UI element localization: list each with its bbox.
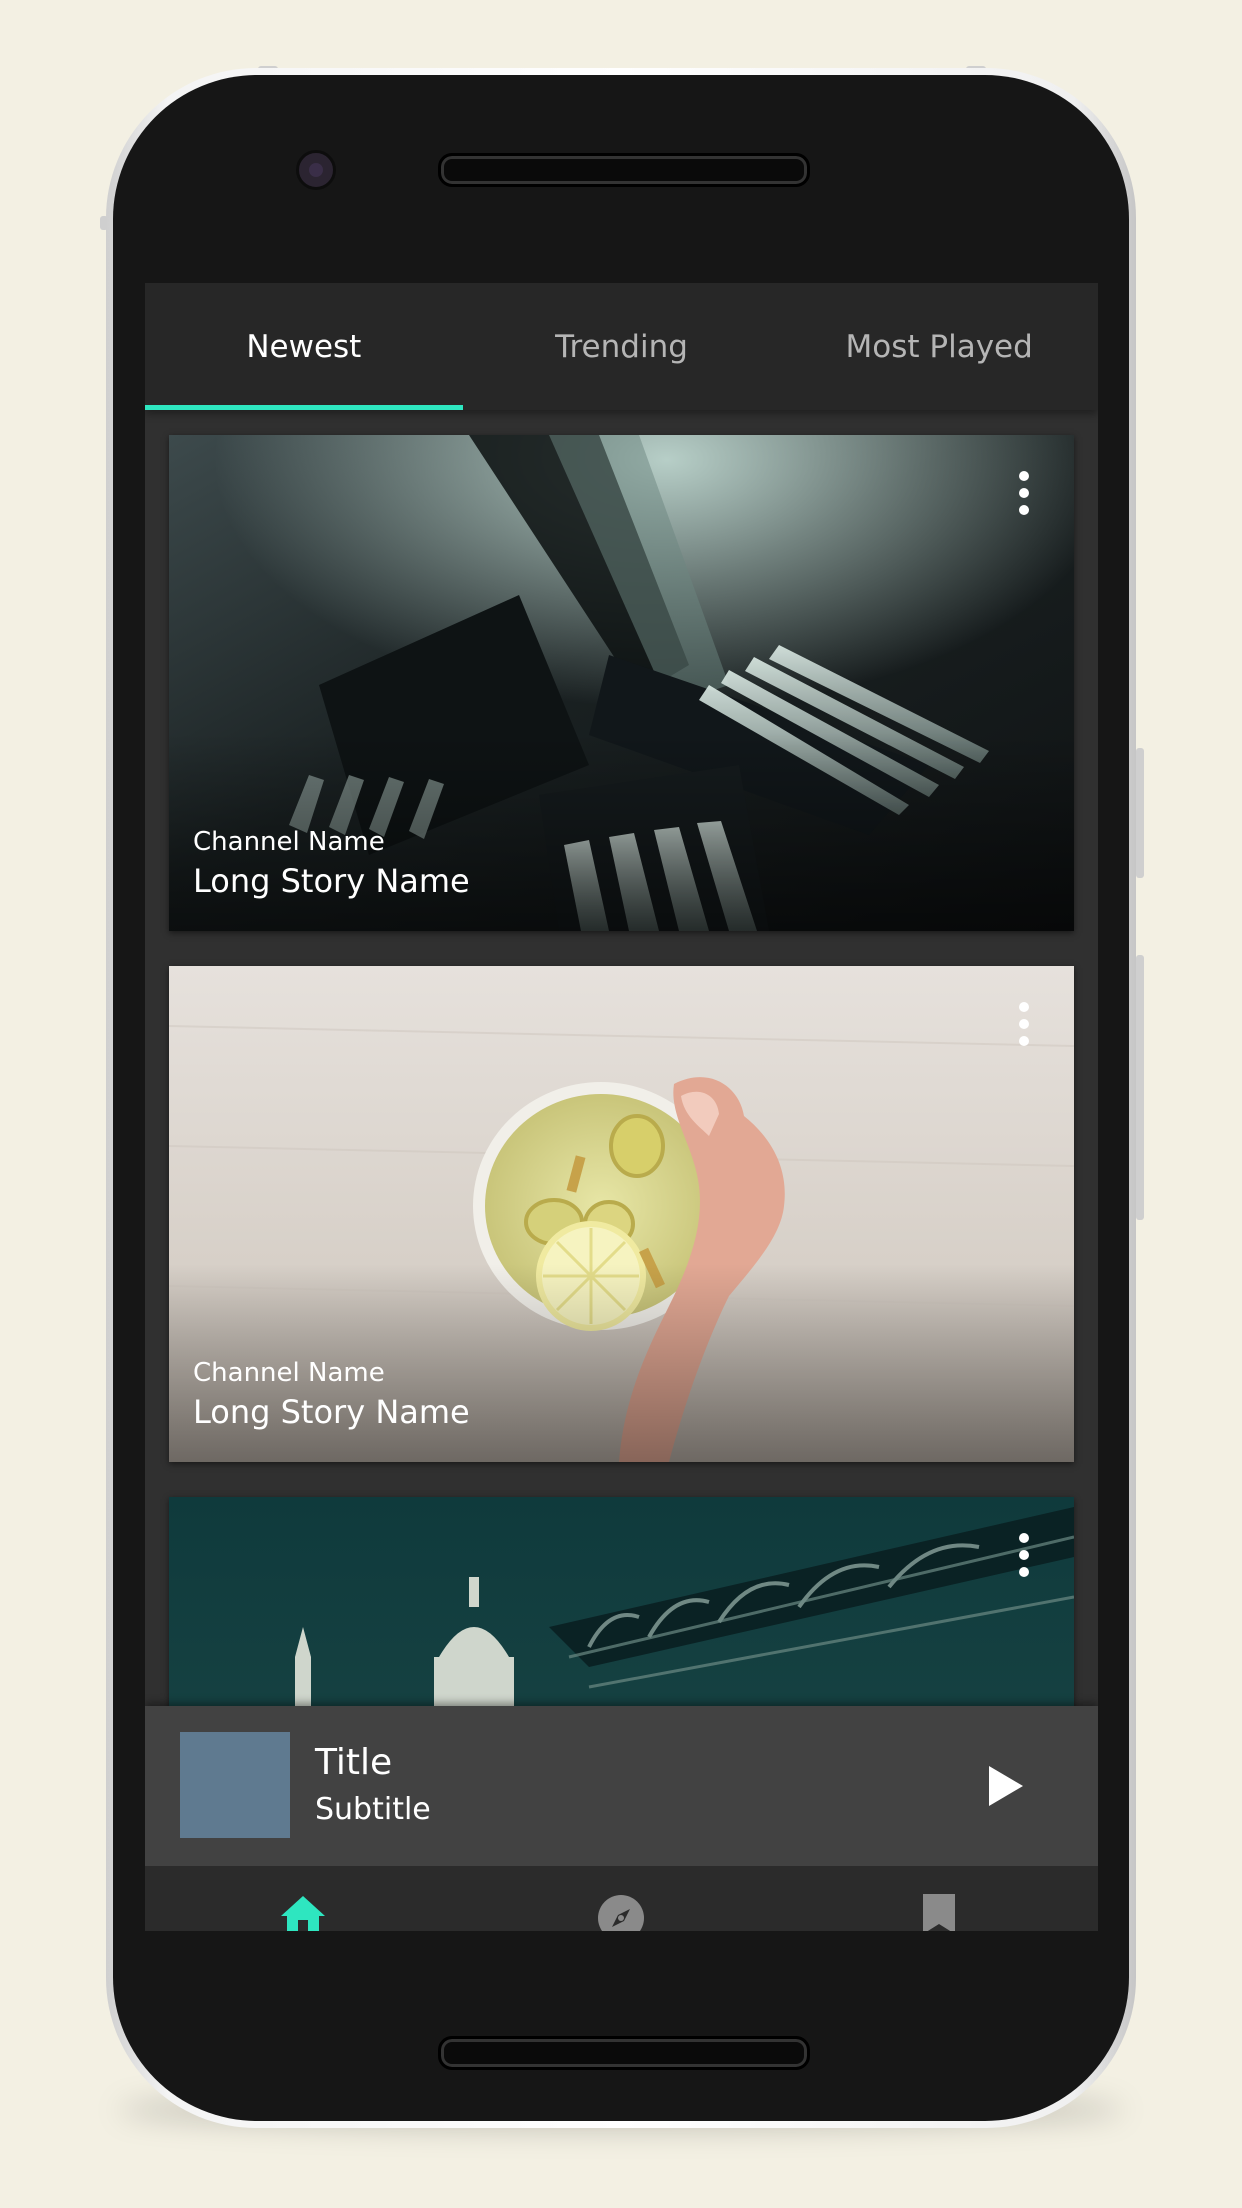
mini-player[interactable]: Title Subtitle (145, 1706, 1098, 1866)
compass-icon[interactable] (597, 1894, 645, 1931)
story-card[interactable]: Channel Name Long Story Name (169, 435, 1074, 931)
tab-most-played[interactable]: Most Played (780, 283, 1098, 410)
bottom-speaker (438, 2036, 810, 2070)
story-name: Long Story Name (193, 862, 470, 900)
track-subtitle: Subtitle (315, 1792, 431, 1827)
tab-label: Newest (246, 328, 362, 365)
more-options-icon[interactable] (1018, 1002, 1030, 1046)
more-options-icon[interactable] (1018, 471, 1030, 515)
channel-name: Channel Name (193, 827, 385, 857)
card-meta: Channel Name Long Story Name (193, 825, 470, 903)
active-tab-indicator (145, 405, 463, 410)
bottom-navigation (145, 1866, 1098, 1931)
tab-label: Most Played (845, 328, 1033, 365)
tab-label: Trending (555, 328, 688, 365)
tab-bar: Newest Trending Most Played (145, 283, 1098, 410)
power-button (1136, 955, 1144, 1220)
front-camera (296, 150, 336, 190)
top-speaker (438, 153, 810, 187)
bookmark-icon[interactable] (915, 1894, 963, 1931)
app-screen: Newest Trending Most Played Channel Name… (145, 283, 1098, 1931)
more-options-icon[interactable] (1018, 1533, 1030, 1577)
card-meta: Channel Name Long Story Name (193, 1356, 470, 1434)
channel-name: Channel Name (193, 1358, 385, 1388)
story-name: Long Story Name (193, 1393, 470, 1431)
track-title: Title (315, 1742, 393, 1783)
volume-button (1136, 748, 1144, 878)
tab-trending[interactable]: Trending (463, 283, 781, 410)
story-card[interactable]: Channel Name Long Story Name (169, 966, 1074, 1462)
play-icon[interactable] (983, 1764, 1027, 1808)
track-thumbnail (180, 1732, 290, 1838)
tab-newest[interactable]: Newest (145, 283, 463, 410)
home-icon[interactable] (279, 1894, 327, 1931)
